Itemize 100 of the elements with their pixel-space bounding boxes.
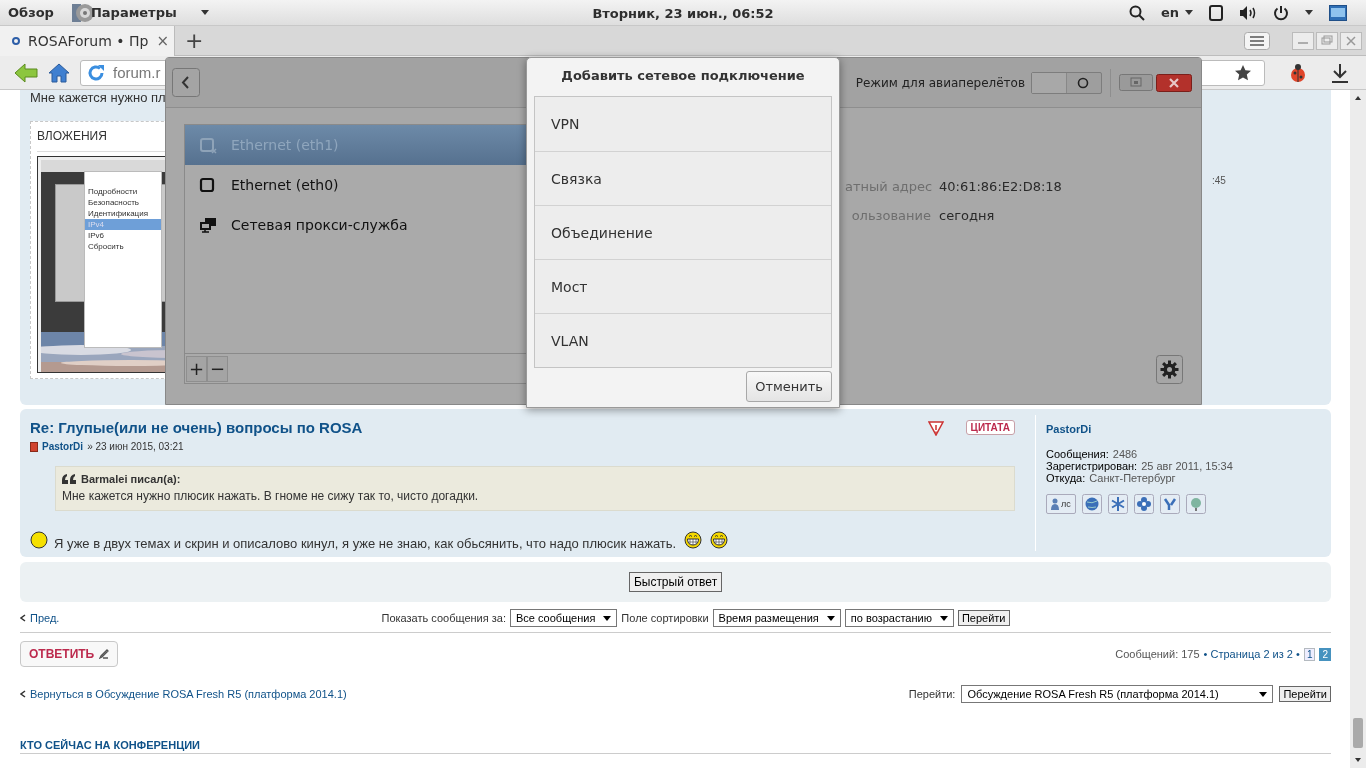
profile-value: 25 авг 2011, 15:34 xyxy=(1141,460,1233,472)
scrollbar-drawing[interactable] xyxy=(1350,90,1366,768)
activities-button[interactable]: Обзор xyxy=(8,5,54,20)
previous-link[interactable]: Пред. xyxy=(20,612,342,624)
return-link[interactable]: Вернуться в Обсуждение ROSA Fresh R5 (платформа 2014.1) xyxy=(20,688,347,700)
caret-icon xyxy=(826,615,835,621)
caret-icon xyxy=(1305,10,1313,15)
dropdown[interactable]: Обсуждение ROSA Fresh R5 (платформа 2014.1) xyxy=(961,685,1274,703)
quote-mark-icon xyxy=(62,474,76,484)
computers-icon xyxy=(199,216,217,234)
window-icon xyxy=(1209,4,1223,21)
menu-item: Безопасность xyxy=(87,197,141,208)
back-button[interactable] xyxy=(172,68,200,97)
profile-value: 2486 xyxy=(1112,448,1138,460)
close-button[interactable] xyxy=(1156,73,1192,92)
private-message-button[interactable]: лс xyxy=(1046,494,1076,514)
back-arrow-icon[interactable] xyxy=(14,62,38,83)
search-icon xyxy=(1128,4,1145,21)
snowflake-icon[interactable] xyxy=(1107,494,1128,514)
power-icon xyxy=(1273,4,1289,21)
reply-button[interactable]: ОТВЕТИТЬ xyxy=(20,641,119,667)
post-icon xyxy=(30,441,38,452)
detail-value: сегодня xyxy=(939,208,996,223)
add-button[interactable]: + xyxy=(186,355,207,382)
quote-button[interactable]: ЦИТАТА xyxy=(965,420,1015,435)
caret-icon xyxy=(939,615,948,621)
chevron-left-icon xyxy=(20,614,26,622)
connection-type-item[interactable]: Связка xyxy=(535,151,831,205)
reload-icon xyxy=(87,63,105,82)
settings-button[interactable] xyxy=(1156,355,1183,384)
new-tab-button[interactable]: + xyxy=(185,29,204,52)
quick-reply-button[interactable]: Быстрый ответ xyxy=(628,572,723,592)
detail-label: атный адрес xyxy=(845,179,931,194)
star-icon[interactable] xyxy=(1235,64,1251,81)
home-icon[interactable] xyxy=(48,62,70,83)
remove-button[interactable]: − xyxy=(207,355,228,382)
close-tab-button[interactable]: × xyxy=(156,31,169,50)
author-link[interactable]: PastorDi xyxy=(42,441,84,452)
clock[interactable]: Вторник, 23 июн., 06:52 xyxy=(592,6,774,21)
jump-label: Перейти: xyxy=(908,688,956,700)
quote-text: Мне кажется нужно плюсик нажать. В гноме не сижу так то, чисто догадки. xyxy=(62,489,480,503)
download-icon[interactable] xyxy=(1331,62,1349,83)
airplane-mode-switch[interactable] xyxy=(1031,71,1102,94)
filter-label: Показать сообщения за: xyxy=(381,612,506,624)
pencil-icon xyxy=(99,649,110,659)
network-off-icon xyxy=(199,136,217,154)
profile-text: :45 xyxy=(1212,175,1227,186)
profile-label: Откуда: xyxy=(1046,472,1086,484)
caret-icon xyxy=(603,615,612,621)
caret-icon xyxy=(1259,691,1268,697)
post-text: Я уже в двух темах и скрин и описалово кинул, я уже не знаю, как обьсянить, что надо плюсик нажать. xyxy=(54,536,677,551)
profile-value: Санкт-Петербург xyxy=(1089,472,1176,484)
post-count: Сообщений: 175 xyxy=(1115,648,1200,660)
post-date: » 23 июн 2015, 03:21 xyxy=(87,441,184,452)
post-text: Мне кажется нужно пл xyxy=(30,90,167,106)
grin-smiley-icon xyxy=(710,531,729,549)
caret-icon xyxy=(200,10,209,15)
app-menu[interactable]: Параметры xyxy=(90,5,177,20)
section-heading: КТО СЕЙЧАС НА КОНФЕРЕНЦИИ xyxy=(20,739,1331,754)
go-button[interactable]: Перейти xyxy=(1279,686,1331,702)
airplane-mode-label: Режим для авиаперелётов xyxy=(855,75,1025,90)
keyboard-layout[interactable]: en xyxy=(1160,5,1179,20)
grin-smiley-icon xyxy=(684,531,703,549)
detail-value: 40:61:86:E2:D8:18 xyxy=(939,179,1062,194)
page-info: • Страница 2 из 2 • xyxy=(1203,648,1300,660)
profile-name-link[interactable]: PastorDi xyxy=(1046,423,1321,435)
dropdown[interactable]: Все сообщения xyxy=(509,609,618,627)
menu-item: IPv6 xyxy=(87,230,105,241)
connection-type-item[interactable]: Мост xyxy=(535,259,831,313)
profile-label: Зарегистрирован: xyxy=(1046,460,1138,472)
cancel-button[interactable]: Отменить xyxy=(746,371,832,402)
menu-item: Сбросить xyxy=(87,241,125,252)
dialog-title: Добавить сетевое подключение xyxy=(560,67,806,85)
network-icon xyxy=(199,176,217,194)
circle-icon xyxy=(1077,76,1089,89)
menu-icon[interactable] xyxy=(1244,31,1270,50)
connection-type-item[interactable]: Объединение xyxy=(535,205,831,259)
smiley-icon xyxy=(30,531,48,549)
browser-tab[interactable]: ROSAForum • Пр × xyxy=(0,25,175,56)
go-button[interactable]: Перейти xyxy=(957,610,1010,626)
profile-label: Сообщения: xyxy=(1046,448,1109,460)
quote-author: Barmalei писал(а): xyxy=(81,473,181,485)
menu-item: IPv4 xyxy=(85,219,161,230)
globe-icon[interactable] xyxy=(1081,494,1102,514)
page-button[interactable]: 1 xyxy=(1303,647,1316,661)
report-icon[interactable] xyxy=(927,419,944,436)
menu-item: Подробности xyxy=(87,186,139,197)
flower-icon[interactable] xyxy=(1133,494,1154,514)
screen-icon xyxy=(1329,4,1347,21)
detail-label: ользование xyxy=(850,208,931,223)
post-title-link[interactable]: Re: Глупые(или не очень) вопросы по ROSA xyxy=(30,419,363,436)
speaker-icon xyxy=(1239,5,1257,20)
dropdown[interactable]: Время размещения xyxy=(712,609,841,627)
caret-icon xyxy=(1185,10,1193,15)
sort-label: Поле сортировки xyxy=(621,612,709,624)
favicon-icon xyxy=(12,36,20,45)
connection-type-item[interactable]: VLAN xyxy=(535,313,831,367)
chevron-left-icon xyxy=(20,690,26,698)
person-icon xyxy=(1051,498,1059,510)
dropdown[interactable]: по возрастанию xyxy=(844,609,954,627)
